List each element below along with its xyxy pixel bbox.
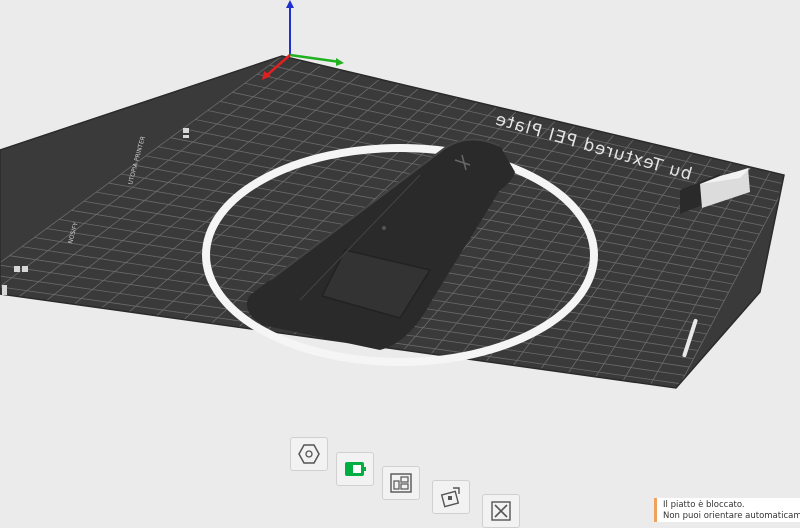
orient-button[interactable]	[432, 480, 470, 514]
notification-line-1: Il piatto è bloccato.	[663, 500, 745, 510]
close-button[interactable]	[482, 494, 520, 528]
plate-locked-notification: Il piatto è bloccato. Non puoi orientare…	[654, 498, 800, 522]
orient-icon	[440, 487, 460, 508]
close-icon	[491, 501, 511, 521]
notification-line-2: Non puoi orientare automaticamente	[663, 511, 800, 521]
arrange-icon	[390, 473, 412, 493]
battery-icon	[345, 462, 366, 476]
arrange-button[interactable]	[382, 466, 420, 500]
octagon-icon	[298, 444, 320, 464]
home-view-button[interactable]	[290, 437, 328, 471]
3d-viewport[interactable]: bu Textured PEI Plate UTOPIA PRINTER NOS…	[0, 0, 800, 522]
toggle-lock-button[interactable]	[336, 452, 374, 486]
